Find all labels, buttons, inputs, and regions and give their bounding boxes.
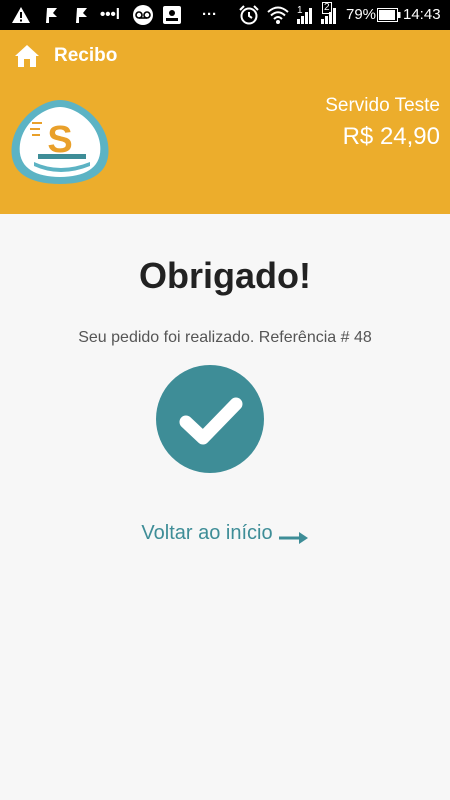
thank-you-heading: Obrigado! <box>139 255 311 296</box>
service-name: Servido Teste <box>325 95 440 116</box>
order-reference-text: Seu pedido foi realizado. Referência # 4… <box>78 329 372 346</box>
success-check-icon <box>156 365 264 473</box>
back-to-home-link[interactable]: Voltar ao início <box>0 520 450 546</box>
alarm-icon <box>238 5 260 25</box>
service-price: R$ 24,90 <box>342 123 440 150</box>
battery-icon <box>377 5 401 25</box>
arrow-right-icon <box>278 526 309 544</box>
voicemail-icon <box>132 5 154 25</box>
signal-dots: •••l <box>100 6 120 23</box>
confirmation-content: Obrigado! Seu pedido foi realizado. Refe… <box>0 214 450 800</box>
battery-percent: 79% <box>346 6 377 23</box>
status-bar: •••l ··· 1 2 79% 14:43 <box>0 0 450 30</box>
more-notifications: ··· <box>202 6 217 23</box>
signal-icon <box>320 5 338 25</box>
page-title: Recibo <box>54 45 118 66</box>
home-icon[interactable] <box>14 44 40 68</box>
warning-icon <box>10 5 32 25</box>
app-logo: S <box>8 96 112 188</box>
flag-icon <box>72 5 90 25</box>
flag-icon <box>42 5 60 25</box>
receipt-header: Recibo S Servido Teste R$ 24,90 <box>0 30 450 214</box>
back-to-home-label: Voltar ao início <box>141 522 273 544</box>
rec-icon <box>162 5 182 25</box>
signal-icon <box>296 5 314 25</box>
clock: 14:43 <box>403 6 441 23</box>
wifi-icon <box>267 5 289 25</box>
